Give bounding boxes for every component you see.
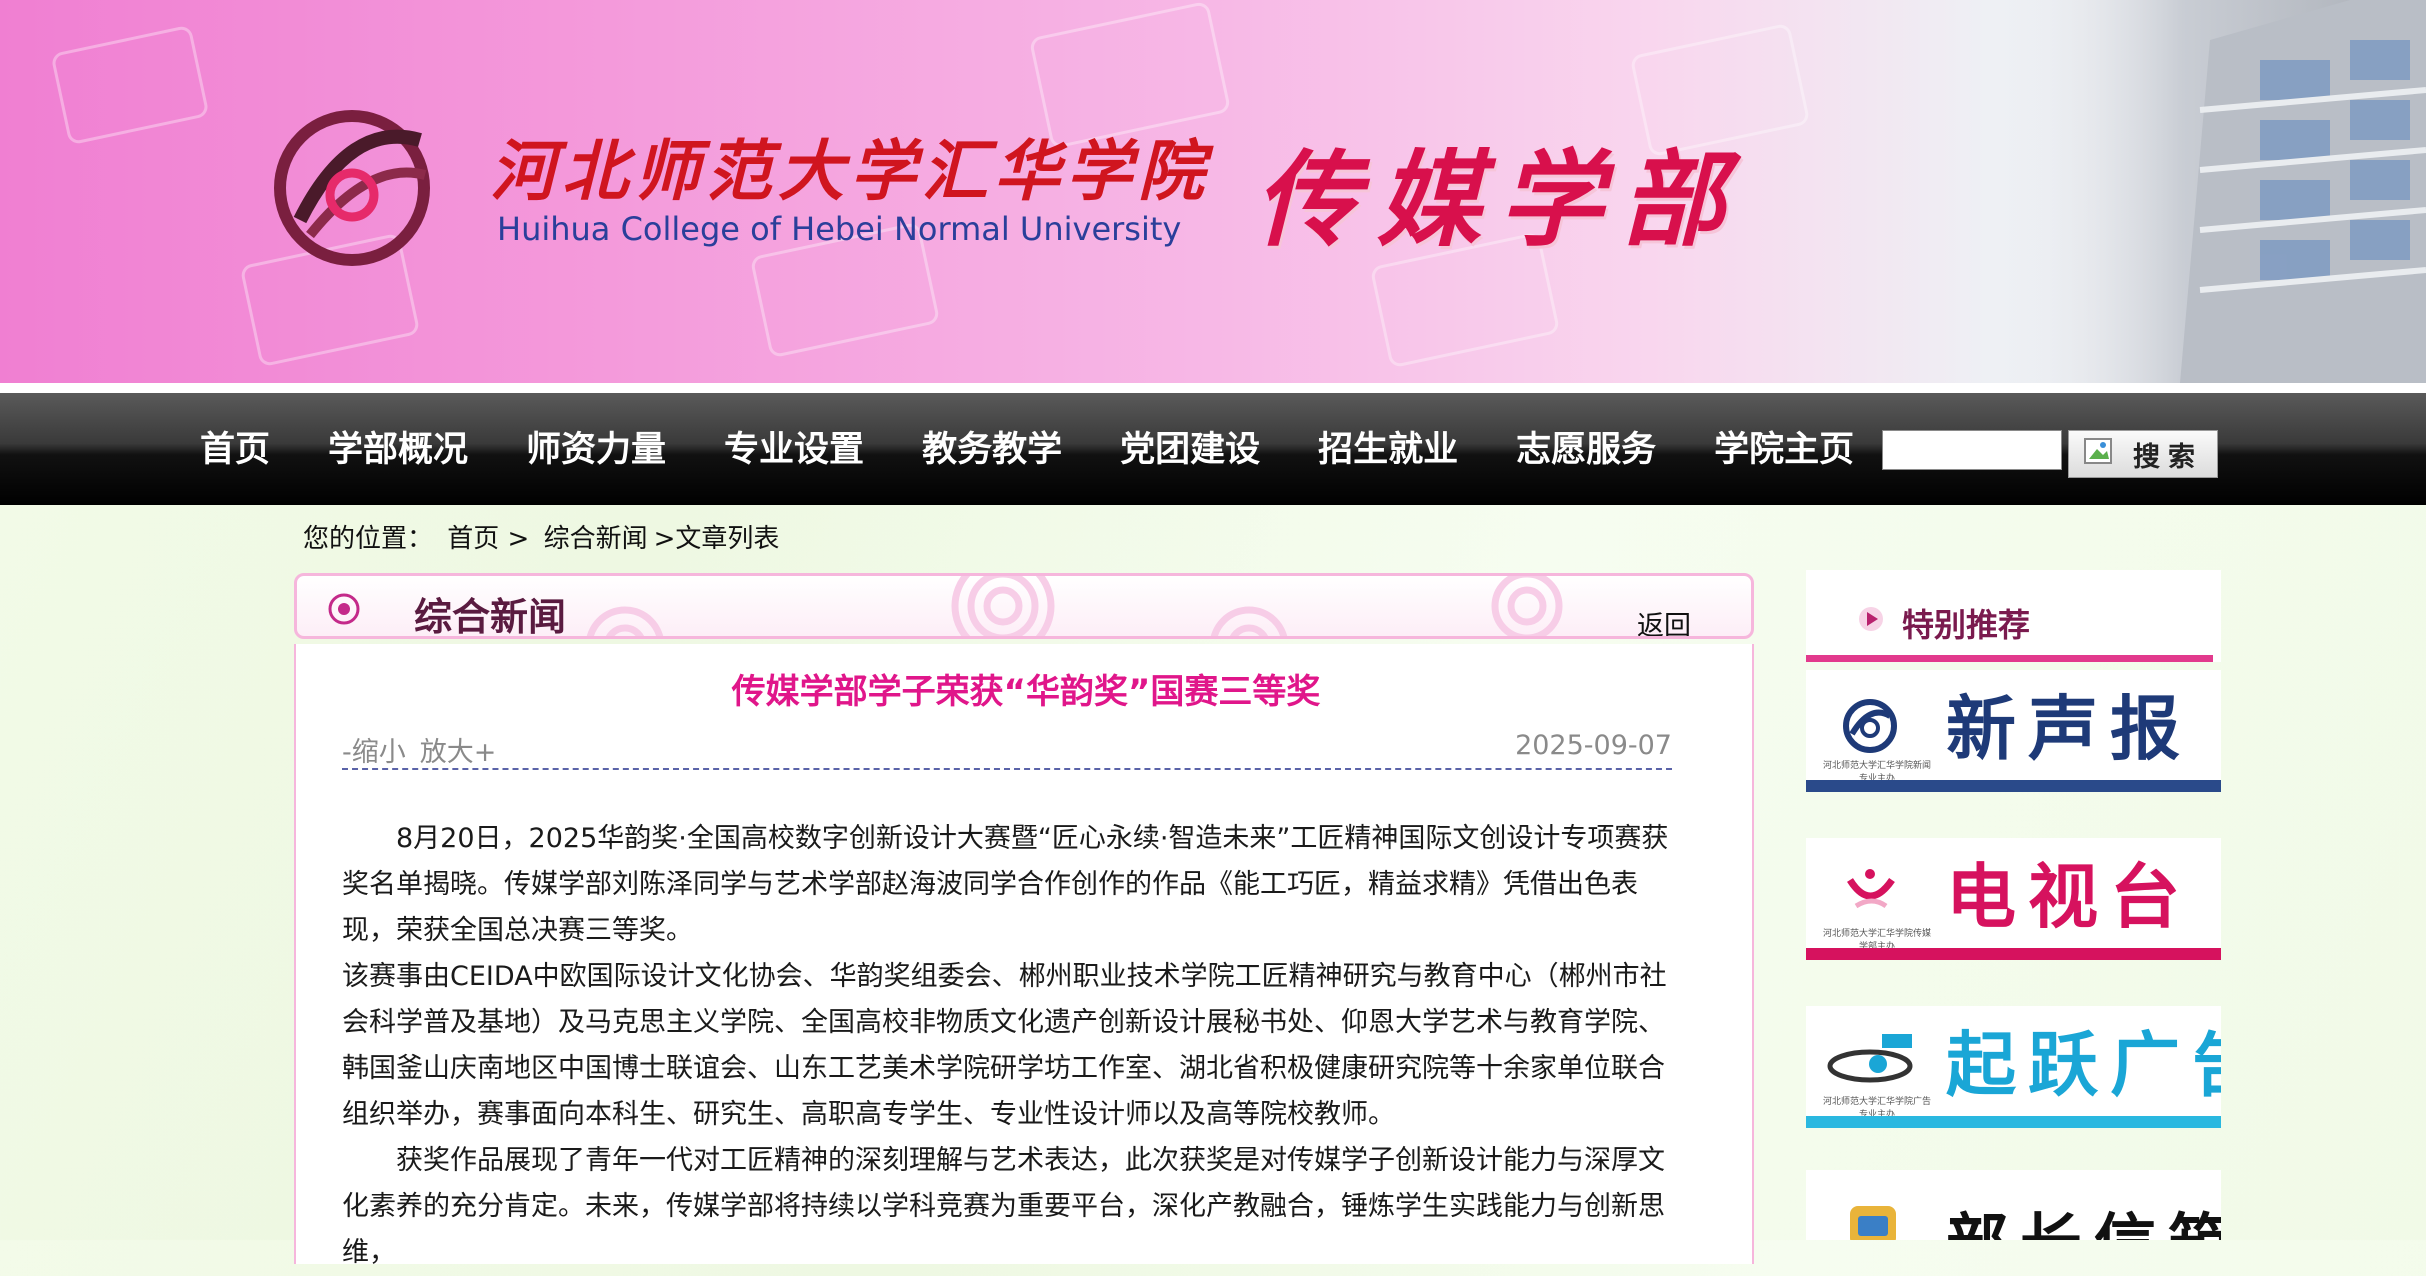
breadcrumb-section[interactable]: 综合新闻 [544,524,648,554]
breadcrumb-current: >文章列表 [653,524,780,554]
promo-newspaper[interactable]: 河北师范大学汇华学院新闻专业主办 新声报 [1806,670,2221,792]
nav-item-volunteer[interactable]: 志愿服务 [1516,425,1656,475]
nav-item-majors[interactable]: 专业设置 [724,425,864,475]
nav-item-teaching[interactable]: 教务教学 [922,425,1062,475]
section-title: 综合新闻 [414,595,567,639]
breadcrumb: 您的位置： 首页 > 综合新闻 >文章列表 [303,518,785,555]
article-paragraph: 8月20日，2025华韵奖·全国高校数字创新设计大赛暨“匠心永续·智造未来”工匠… [342,823,1669,946]
search-button[interactable]: 搜索 [2068,430,2218,478]
section-header: 综合新闻 返回 [294,573,1754,639]
main-navigation: 首页 学部概况 师资力量 专业设置 教务教学 党团建设 招生就业 志愿服务 学院… [0,393,2426,505]
promo-tv-station[interactable]: 河北师范大学汇华学院传媒学部主办 电视台 [1806,838,2221,960]
nav-item-faculty[interactable]: 师资力量 [526,425,666,475]
promo-advertising[interactable]: 河北师范大学汇华学院广告专业主办 起跃广告 [1806,1006,2221,1128]
college-english-name: Huihua College of Hebei Normal Universit… [497,210,1182,248]
target-bullet-icon [328,593,360,625]
college-chinese-name: 河北师范大学汇华学院 [490,132,1210,210]
sidebar-header-bar [1806,655,2213,662]
mailbox-emblem-icon [1850,1206,1896,1240]
article-paragraph: 获奖作品展现了青年一代对工匠精神的深刻理解与艺术表达，此次获奖是对传媒学子创新设… [342,1145,1665,1268]
sidebar-header: 特别推荐 [1806,570,2221,662]
article-content: 8月20日，2025华韵奖·全国高校数字创新设计大赛暨“匠心永续·智造未来”工匠… [342,816,1672,1276]
promo-title: 电视台 [1946,855,2192,938]
college-logo-icon [274,110,430,266]
promo-bar [1806,1116,2221,1128]
font-size-tools: -缩小 放大+ [342,730,510,769]
nav-item-home[interactable]: 首页 [200,425,270,475]
zoom-out-button[interactable]: -缩小 [342,737,406,768]
broken-image-icon [2084,438,2112,464]
article-date: 2025-09-07 [1515,730,1672,761]
department-name: 传媒学部 [1255,138,1744,261]
nav-item-college-home[interactable]: 学院主页 [1714,425,1854,475]
banner-divider [0,383,2426,393]
breadcrumb-prefix: 您的位置： [303,524,434,554]
promo-bar [1806,780,2221,792]
tv-emblem-icon [1847,869,1895,909]
nav-item-admission[interactable]: 招生就业 [1318,425,1458,475]
building-image [2020,0,2426,383]
sidebar-title: 特别推荐 [1902,606,2031,644]
promo-bar [1806,948,2221,960]
back-link[interactable]: 返回 [1637,604,1691,636]
nav-list: 首页 学部概况 师资力量 专业设置 教务教学 党团建设 招生就业 志愿服务 学院… [200,425,1912,475]
promo-title: 起跃广告 [1946,1023,2221,1106]
promo-mailbox[interactable]: 部长信箱 [1806,1170,2221,1240]
article-paragraph: 该赛事由CEIDA中欧国际设计文化协会、华韵奖组委会、郴州职业技术学院工匠精神研… [342,961,1667,1130]
article-title: 传媒学部学子荣获“华韵奖”国赛三等奖 [731,672,1321,712]
breadcrumb-home[interactable]: 首页 > [447,524,529,554]
play-bullet-icon [1859,607,1883,631]
article-panel: 传媒学部学子荣获“华韵奖”国赛三等奖 -缩小 放大+ 2025-09-07 8月2… [294,644,1754,1268]
nav-item-party[interactable]: 党团建设 [1120,425,1260,475]
zoom-in-button[interactable]: 放大+ [420,737,497,768]
newspaper-emblem-icon [1843,699,1897,753]
search-input[interactable] [1882,430,2062,470]
article-divider [342,768,1672,770]
promo-title: 新声报 [1946,687,2192,770]
site-banner: 河北师范大学汇华学院 Huihua College of Hebei Norma… [0,0,2426,383]
nav-item-overview[interactable]: 学部概况 [328,425,468,475]
promo-title: 部长信箱 [1946,1198,2221,1240]
search-button-label: 搜索 [2133,441,2203,473]
advertising-emblem-icon [1827,1034,1913,1083]
